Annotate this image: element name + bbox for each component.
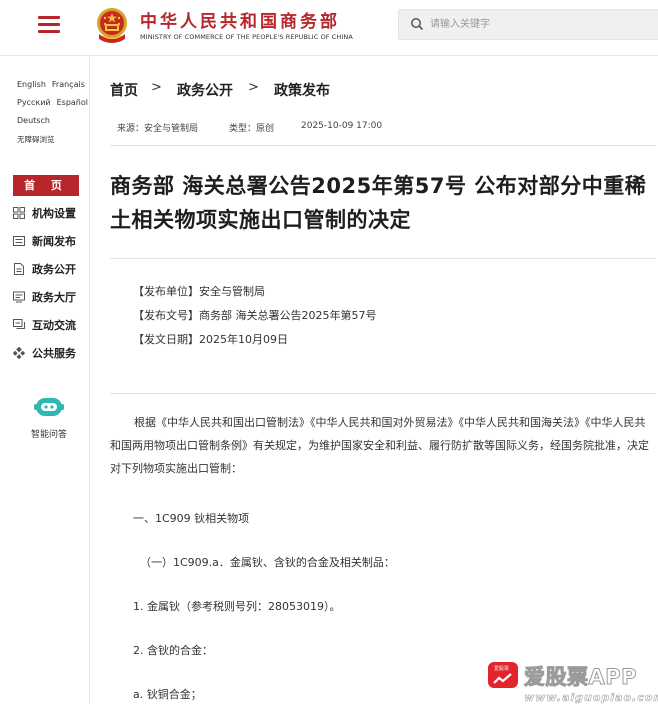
divider [110,393,656,394]
watermark-text: 爱股票APP [523,665,638,690]
breadcrumb-home[interactable]: 首页 [110,80,138,100]
site-subtitle: MINISTRY OF COMMERCE OF THE PEOPLE'S REP… [140,33,353,41]
watermark-logo-icon: 爱股票 [488,662,518,688]
org-grid-icon [13,207,25,219]
nav-item-service-hall[interactable]: 政务大厅 [13,288,90,308]
news-icon [13,236,25,246]
search-icon[interactable] [410,17,424,31]
accessible-browse-link[interactable]: 无障碍浏览 [17,135,55,144]
lang-spanish-link[interactable]: Español [57,98,88,107]
smart-assistant-label[interactable]: 智能问答 [31,427,67,440]
document-icon [14,263,24,275]
nav-item-label: 机构设置 [32,207,76,220]
site-header: 中华人民共和国商务部 MINISTRY OF COMMERCE OF THE P… [0,0,658,56]
meta-type: 类型：原创 [229,124,275,134]
watermark: 爱股票 爱股票APP www.aiguopiao.com [486,657,658,704]
article-subsection: （一）1C909.a．金属钬、含钬的合金及相关制品： [140,556,395,569]
article-item: 1. 金属钬（参考税则号列：28053019）。 [133,600,341,613]
lang-english-link[interactable]: English [17,80,46,89]
service-hall-icon [13,291,25,303]
article-section-heading: 一、1C909 钬相关物项 [133,512,250,525]
language-row-3: Deutsch [17,116,56,125]
meta-date: 2025-10-09 17:00 [301,121,383,131]
info-issue-date: 【发文日期】2025年10月09日 [133,333,288,346]
lang-russian-link[interactable]: Русский [17,98,51,107]
hamburger-menu-icon[interactable] [38,16,60,34]
smart-assistant-robot-icon[interactable] [34,395,64,419]
nav-item-news[interactable]: 新闻发布 [13,232,90,252]
meta-source: 来源：安全与管制局 [117,124,199,134]
sidebar: English Français Русский Español Deutsch 无… [0,57,90,704]
nav-home-button[interactable]: 首 页 [13,175,79,196]
nav-item-label: 新闻发布 [32,235,76,248]
nav-item-label: 政务大厅 [32,291,76,304]
nav-item-interaction[interactable]: 互动交流 [13,316,90,336]
breadcrumb-gov-affairs[interactable]: 政务公开 [177,80,233,100]
nav-item-gov-affairs[interactable]: 政务公开 [13,260,90,280]
nav-item-label: 公共服务 [32,347,76,360]
search-input[interactable] [430,11,650,37]
chat-icon [13,319,25,329]
public-service-icon [13,347,25,359]
divider [110,145,656,146]
nav-item-label: 互动交流 [32,319,76,332]
article-item: a. 钬铜合金； [133,688,202,701]
nav-item-label: 政务公开 [32,263,76,276]
breadcrumb-policy-release[interactable]: 政策发布 [274,80,330,100]
lang-german-link[interactable]: Deutsch [17,116,50,125]
national-emblem-icon[interactable] [94,6,130,46]
divider [110,258,656,259]
info-doc-number: 【发布文号】商务部 海关总署公告2025年第57号 [133,309,377,322]
info-issuer: 【发布单位】安全与管制局 [133,285,265,298]
site-title[interactable]: 中华人民共和国商务部 [140,7,340,32]
nav-item-public-service[interactable]: 公共服务 [13,344,90,364]
breadcrumb-separator-icon: > [248,80,259,95]
article-title: 商务部 海关总署公告2025年第57号 公布对部分中重稀土相关物项实施出口管制的… [110,174,647,232]
article-item: 2. 含钬的合金： [133,644,213,657]
watermark-url: www.aiguopiao.com [524,691,658,704]
lang-french-link[interactable]: Français [52,80,85,89]
language-row-2: Русский Español [17,98,94,107]
language-row-4: 无障碍浏览 [17,134,61,145]
language-row-1: English Français [17,80,91,89]
nav-item-org[interactable]: 机构设置 [13,204,90,224]
breadcrumb-separator-icon: > [151,80,162,95]
article-intro-paragraph: 根据《中华人民共和国出口管制法》《中华人民共和国对外贸易法》《中华人民共和国海关… [110,416,649,475]
